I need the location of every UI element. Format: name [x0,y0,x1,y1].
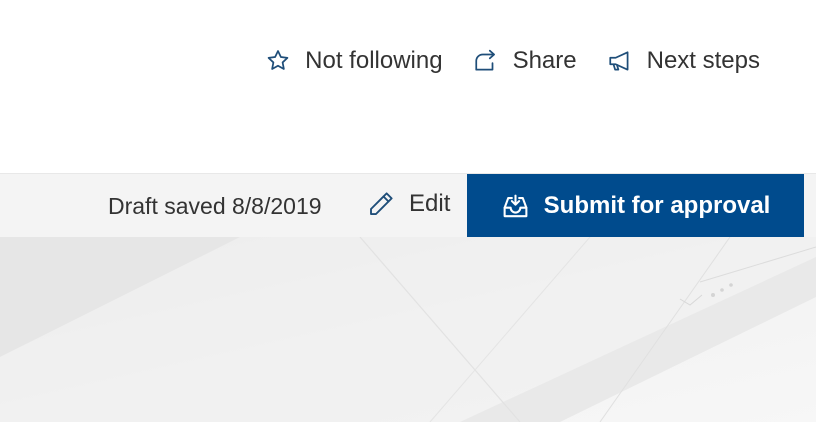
page: Not following Share Next steps Draft sav… [0,0,816,422]
share-label: Share [512,47,577,74]
edit-button[interactable]: Edit [366,189,450,219]
megaphone-icon [607,48,633,74]
draft-status-text: Draft saved 8/8/2019 [108,193,322,219]
submit-for-approval-button[interactable]: Submit for approval [467,174,804,238]
edit-label: Edit [409,190,451,217]
page-header-actions: Not following Share Next steps [265,48,760,74]
pencil-icon [366,189,396,219]
share-icon [473,48,499,74]
command-bar: Draft saved 8/8/2019 Edit Submit for app… [0,173,816,238]
share-button[interactable]: Share [473,48,577,74]
submit-label: Submit for approval [543,192,771,219]
follow-button[interactable]: Not following [265,47,443,74]
next-steps-button[interactable]: Next steps [607,48,760,74]
next-steps-label: Next steps [646,47,760,74]
star-icon [265,48,291,74]
follow-label: Not following [305,47,443,74]
page-banner-image [0,237,816,422]
inbox-icon [501,192,530,221]
